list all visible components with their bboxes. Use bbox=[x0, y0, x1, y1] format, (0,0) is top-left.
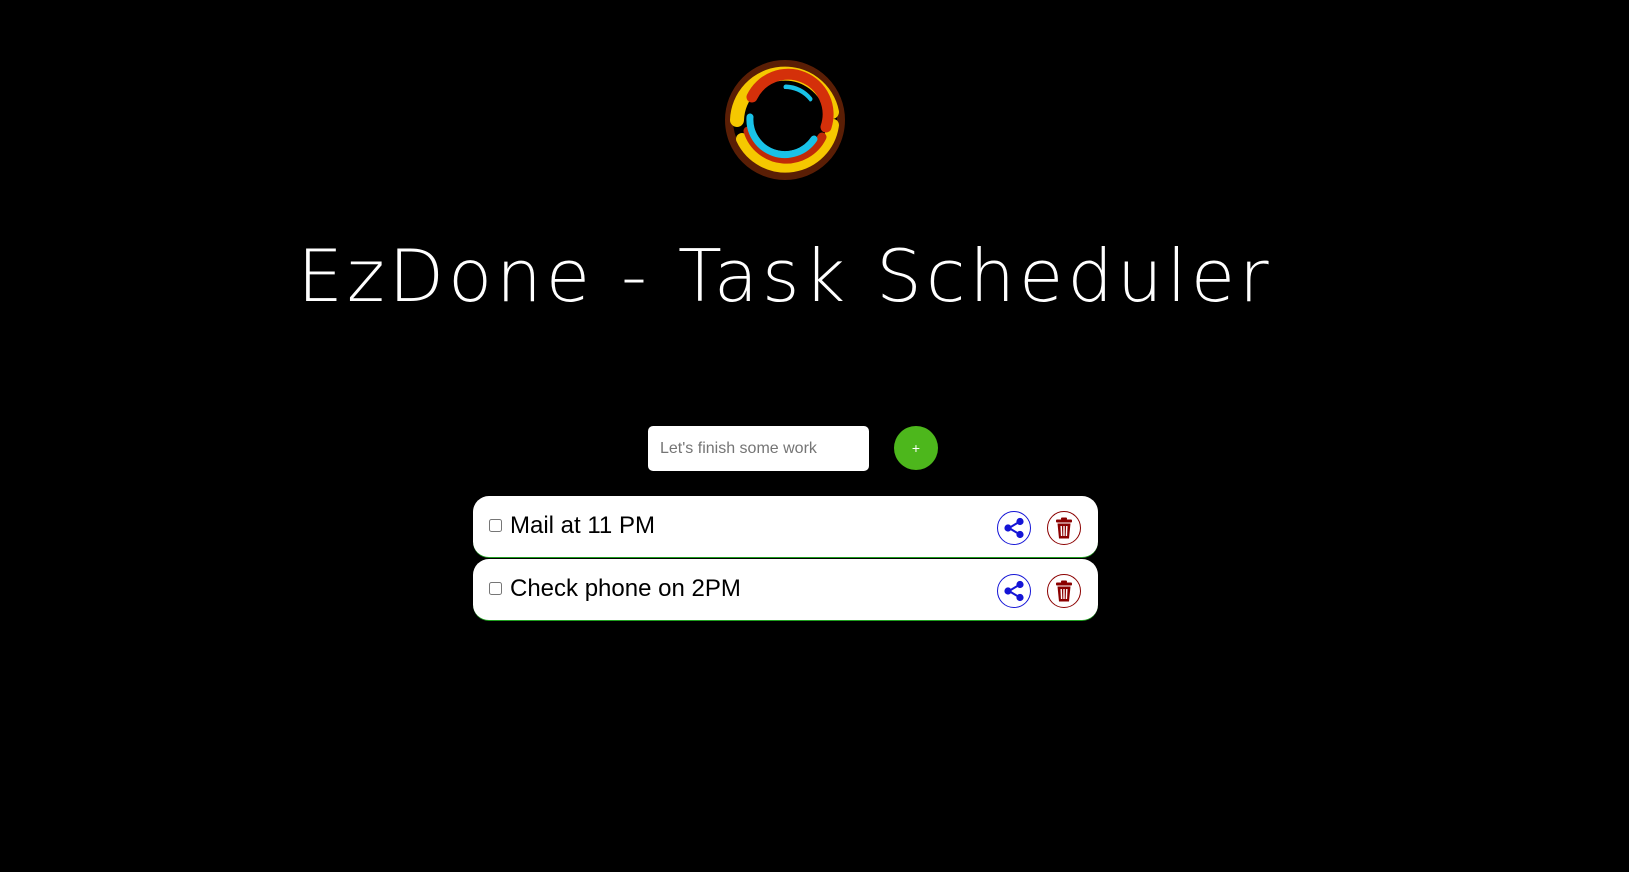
share-icon bbox=[1004, 517, 1024, 539]
page: EzDone - Task Scheduler + Mail at 11 PM bbox=[0, 0, 1629, 872]
add-task-button[interactable]: + bbox=[894, 426, 938, 470]
task-text: Check phone on 2PM bbox=[510, 575, 741, 602]
task-row: Mail at 11 PM bbox=[473, 496, 1098, 558]
page-title: EzDone - Task Scheduler bbox=[297, 234, 1273, 318]
delete-button[interactable] bbox=[1047, 511, 1081, 545]
share-button[interactable] bbox=[997, 574, 1031, 608]
task-list: Mail at 11 PM Check phone on 2PM bbox=[473, 496, 1098, 622]
task-row: Check phone on 2PM bbox=[473, 559, 1098, 621]
task-checkbox[interactable] bbox=[489, 582, 502, 595]
delete-button[interactable] bbox=[1047, 574, 1081, 608]
task-input[interactable] bbox=[648, 426, 869, 471]
task-checkbox[interactable] bbox=[489, 519, 502, 532]
trash-icon bbox=[1056, 580, 1072, 602]
task-text: Mail at 11 PM bbox=[510, 512, 655, 539]
share-button[interactable] bbox=[997, 511, 1031, 545]
share-icon bbox=[1004, 580, 1024, 602]
trash-icon bbox=[1056, 517, 1072, 539]
ring-logo-icon bbox=[725, 60, 845, 180]
